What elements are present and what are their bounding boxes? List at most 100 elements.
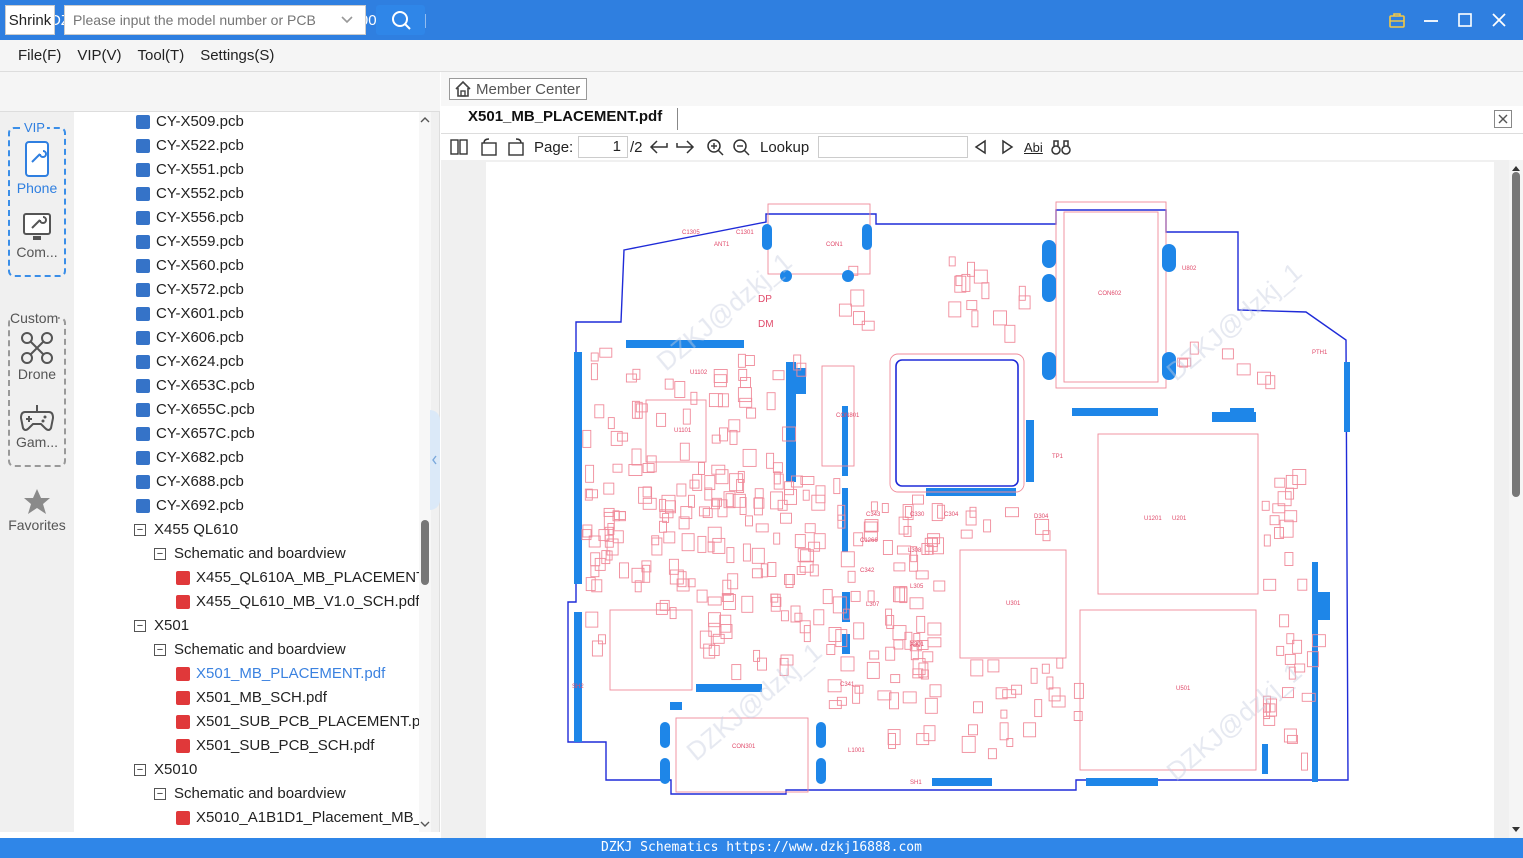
find-prev-icon[interactable]: [972, 136, 990, 158]
component-outline: [948, 256, 956, 267]
sidebar-item-favorites[interactable]: Favorites: [0, 487, 74, 533]
chevron-down-icon[interactable]: [419, 818, 431, 830]
component-label: CON1: [826, 242, 843, 248]
tree-file[interactable]: CY-X688.pcb: [136, 470, 244, 494]
sidebar-item-computer[interactable]: Com...: [8, 210, 66, 260]
tree-file[interactable]: CY-X552.pcb: [136, 182, 244, 206]
page-number-input[interactable]: 1: [578, 136, 628, 158]
binoculars-icon[interactable]: [1050, 136, 1072, 158]
two-page-icon[interactable]: [449, 136, 469, 158]
component-label: PTH1: [1312, 350, 1328, 356]
shrink-button[interactable]: Shrink: [5, 5, 55, 35]
match-case-button[interactable]: Abi: [1024, 136, 1043, 158]
tree-file[interactable]: X501_MB_PLACEMENT.pdf: [176, 662, 385, 686]
collapse-icon[interactable]: −: [154, 788, 166, 800]
collapse-handle[interactable]: [430, 410, 440, 510]
chevron-down-icon[interactable]: [340, 12, 354, 28]
menu-file[interactable]: File(F): [18, 47, 61, 64]
collapse-icon[interactable]: −: [154, 548, 166, 560]
tree-file[interactable]: X5010_A1B1D1_Schematic_MB_V: [176, 830, 419, 832]
tree-file[interactable]: X455_QL610A_MB_PLACEMENT_V: [176, 566, 419, 590]
chevron-up-icon[interactable]: [419, 114, 431, 126]
tree-folder[interactable]: − Schematic and boardview: [154, 542, 346, 566]
component-outline: [696, 589, 708, 603]
search-input[interactable]: [64, 5, 366, 35]
pcb-file-icon: [136, 355, 150, 369]
component-outline: [770, 593, 781, 612]
collapse-icon[interactable]: −: [154, 644, 166, 656]
tree-file[interactable]: CY-X692.pcb: [136, 494, 244, 518]
tree-file[interactable]: CY-X522.pcb: [136, 134, 244, 158]
tree-folder[interactable]: − Schematic and boardview: [154, 638, 346, 662]
sidebar-item-games[interactable]: Gam...: [8, 402, 66, 450]
tree-scroll-thumb[interactable]: [421, 520, 429, 585]
tree-file[interactable]: CY-X560.pcb: [136, 254, 244, 278]
tree-file[interactable]: CY-X657C.pcb: [136, 422, 255, 446]
component-outline: [1041, 663, 1050, 674]
menu-vip[interactable]: VIP(V): [77, 47, 121, 64]
vip-bag-icon[interactable]: [1383, 6, 1411, 34]
search-button[interactable]: [376, 5, 425, 35]
component-outline: [1048, 687, 1061, 702]
zoom-out-icon[interactable]: [731, 136, 751, 158]
tree-file[interactable]: CY-X624.pcb: [136, 350, 244, 374]
collapse-icon[interactable]: −: [134, 764, 146, 776]
viewer-scroll-thumb[interactable]: [1512, 172, 1520, 497]
tree-file[interactable]: X5010_A1B1D1_Placement_MB_V: [176, 806, 419, 830]
rotate-left-icon[interactable]: [479, 136, 499, 158]
member-center-button[interactable]: Member Center: [449, 78, 587, 100]
prev-page-icon[interactable]: [648, 136, 670, 158]
component-outline: [804, 523, 816, 534]
collapse-icon[interactable]: −: [134, 620, 146, 632]
tree-file[interactable]: X501_SUB_PCB_SCH.pdf: [176, 734, 374, 758]
tree-folder[interactable]: − X501: [134, 614, 189, 638]
tree-folder[interactable]: − X5010: [134, 758, 197, 782]
component-outline: [663, 531, 676, 544]
component-outline: [852, 685, 861, 704]
next-page-icon[interactable]: [674, 136, 696, 158]
tree-file[interactable]: X501_MB_SCH.pdf: [176, 686, 327, 710]
tree-file[interactable]: CY-X572.pcb: [136, 278, 244, 302]
component-outline: [659, 520, 667, 533]
pdf-page[interactable]: CON1 ANT1 C1305 C1301 CON602 U802 PTH1 U1101 U11…: [486, 162, 1494, 838]
component-label: TP1: [1052, 454, 1064, 460]
tree-file[interactable]: CY-X509.pcb: [136, 112, 244, 134]
close-icon[interactable]: [1485, 6, 1513, 34]
component-outline: [1269, 515, 1280, 526]
component-outline: [739, 397, 753, 408]
menu-settings[interactable]: Settings(S): [200, 47, 274, 64]
tree-file[interactable]: CY-X556.pcb: [136, 206, 244, 230]
component-outline: [754, 488, 764, 499]
component-label: C343: [866, 512, 881, 518]
tree-file[interactable]: CY-X606.pcb: [136, 326, 244, 350]
tree-folder[interactable]: − Schematic and boardview: [154, 782, 346, 806]
tree-file[interactable]: CY-X559.pcb: [136, 230, 244, 254]
document-tab[interactable]: X501_MB_PLACEMENT.pdf: [468, 108, 662, 125]
rotate-right-icon[interactable]: [506, 136, 526, 158]
component-outline: [780, 512, 792, 524]
chevron-down-icon[interactable]: [1509, 824, 1523, 836]
tree-file[interactable]: X455_QL610_MB_V1.0_SCH.pdf: [176, 590, 419, 614]
close-tab-icon[interactable]: [1494, 110, 1512, 128]
sidebar-item-drone[interactable]: Drone: [8, 330, 66, 382]
tree-file[interactable]: CY-X601.pcb: [136, 302, 244, 326]
tree-file[interactable]: CY-X653C.pcb: [136, 374, 255, 398]
minimize-icon[interactable]: [1417, 6, 1445, 34]
tree-file[interactable]: CY-X682.pcb: [136, 446, 244, 470]
collapse-icon[interactable]: −: [134, 524, 146, 536]
tree-file[interactable]: CY-X655C.pcb: [136, 398, 255, 422]
component-outline: [809, 564, 819, 577]
sidebar-item-phone[interactable]: Phone: [8, 140, 66, 196]
tree-folder[interactable]: − X455 QL610: [134, 518, 238, 542]
zoom-in-icon[interactable]: [705, 136, 725, 158]
maximize-icon[interactable]: [1451, 6, 1479, 34]
component-label: X301: [910, 642, 925, 648]
find-next-icon[interactable]: [998, 136, 1016, 158]
menu-tool[interactable]: Tool(T): [138, 47, 185, 64]
lookup-input[interactable]: [818, 136, 968, 158]
tree-file[interactable]: CY-X551.pcb: [136, 158, 244, 182]
component-outline: [815, 485, 826, 504]
component-outline: [590, 363, 598, 381]
blue-pad: [1230, 408, 1254, 414]
tree-file[interactable]: X501_SUB_PCB_PLACEMENT.pdf: [176, 710, 419, 734]
